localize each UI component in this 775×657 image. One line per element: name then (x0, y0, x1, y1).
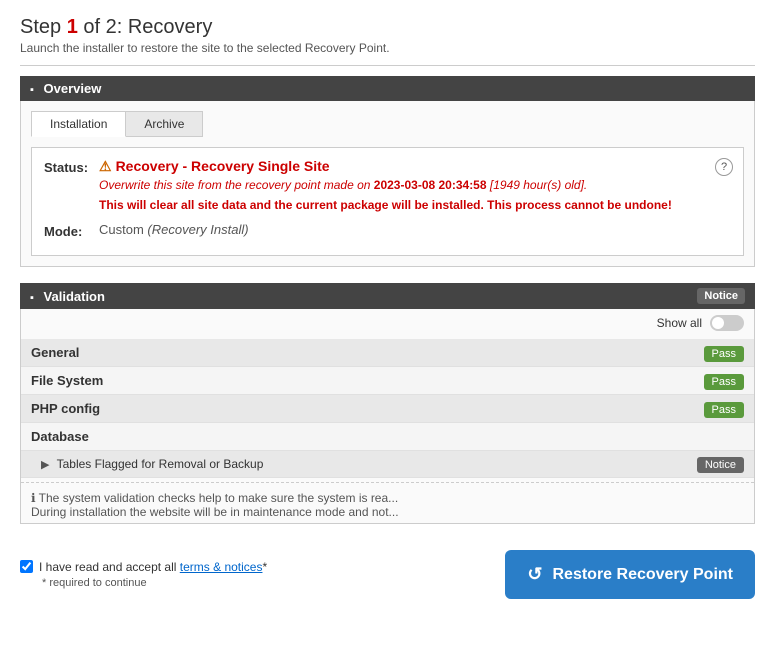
row-label-general: General (31, 345, 79, 360)
validation-collapse-icon[interactable]: ▪ (30, 292, 34, 304)
validation-body: Show all General Pass File System Pass (20, 309, 755, 524)
mode-row: Mode: Custom (Recovery Install) (44, 222, 731, 239)
row-label-database: Database (31, 429, 89, 444)
status-box: ? Status: ⚠Recovery - Recovery Single Si… (31, 147, 744, 256)
validation-section: ▪ Validation Notice Show all General Pas… (20, 283, 755, 524)
badge-general: Pass (704, 346, 744, 362)
header-divider (20, 65, 755, 66)
required-note: * required to continue (42, 577, 267, 589)
collapse-icon[interactable]: ▪ (30, 84, 34, 96)
show-all-toggle[interactable] (710, 315, 744, 331)
tab-archive[interactable]: Archive (126, 111, 203, 137)
status-warning-text: This will clear all site data and the cu… (99, 198, 731, 212)
overview-body: Installation Archive ? Status: ⚠Recovery… (20, 101, 755, 267)
overview-tabs: Installation Archive (31, 111, 744, 137)
info-line2: During installation the website will be … (31, 505, 744, 519)
validation-section-header: ▪ Validation Notice (20, 283, 755, 309)
page-subtitle: Launch the installer to restore the site… (20, 41, 755, 55)
row-label-phpconfig: PHP config (31, 401, 100, 416)
expand-icon[interactable]: ▶ (41, 459, 49, 471)
overview-label: Overview (44, 81, 102, 96)
table-row: File System Pass (21, 367, 754, 395)
restore-icon: ↺ (527, 564, 542, 585)
badge-phpconfig: Pass (704, 402, 744, 418)
checkbox-area: I have read and accept all terms & notic… (20, 560, 267, 589)
validation-label: Validation (44, 289, 105, 304)
overview-section: ▪ Overview Installation Archive ? Status… (20, 76, 755, 267)
page-title: Step 1 of 2: Recovery (20, 16, 755, 39)
validation-notice-badge: Notice (697, 288, 745, 304)
status-desc: Overwrite this site from the recovery po… (99, 178, 731, 192)
restore-recovery-point-button[interactable]: ↺ Restore Recovery Point (505, 550, 755, 599)
overview-section-header: ▪ Overview (20, 76, 755, 101)
show-all-row: Show all (21, 309, 754, 339)
table-row: Database (21, 423, 754, 451)
status-title: ⚠Recovery - Recovery Single Site (99, 158, 731, 175)
terms-link[interactable]: terms & notices (180, 560, 263, 574)
tab-installation[interactable]: Installation (31, 111, 126, 137)
help-icon[interactable]: ? (715, 158, 733, 176)
mode-label: Mode: (44, 222, 99, 239)
table-row: PHP config Pass (21, 395, 754, 423)
info-line1: ℹ The system validation checks help to m… (31, 491, 744, 505)
table-row: General Pass (21, 339, 754, 367)
sub-row-label: Tables Flagged for Removal or Backup (57, 457, 264, 471)
warning-icon: ⚠ (99, 158, 112, 174)
accept-label: I have read and accept all terms & notic… (20, 560, 267, 574)
validation-header-right: Notice (697, 288, 745, 304)
accept-checkbox[interactable] (20, 560, 33, 573)
bottom-section: I have read and accept all terms & notic… (20, 540, 755, 599)
restore-button-label: Restore Recovery Point (552, 566, 733, 584)
show-all-label: Show all (657, 316, 702, 330)
status-row: Status: ⚠Recovery - Recovery Single Site… (44, 158, 731, 216)
mode-value: Custom (Recovery Install) (99, 222, 731, 237)
sub-row-tables-flagged: ▶ Tables Flagged for Removal or Backup N… (21, 451, 754, 478)
info-text: ℹ The system validation checks help to m… (21, 482, 754, 523)
validation-table: General Pass File System Pass PHP config… (21, 339, 754, 478)
row-label-filesystem: File System (31, 373, 103, 388)
badge-tables-flagged: Notice (697, 457, 744, 473)
status-value: ⚠Recovery - Recovery Single Site Overwri… (99, 158, 731, 216)
status-label: Status: (44, 158, 99, 175)
badge-filesystem: Pass (704, 374, 744, 390)
page-header: Step 1 of 2: Recovery Launch the install… (20, 16, 755, 55)
